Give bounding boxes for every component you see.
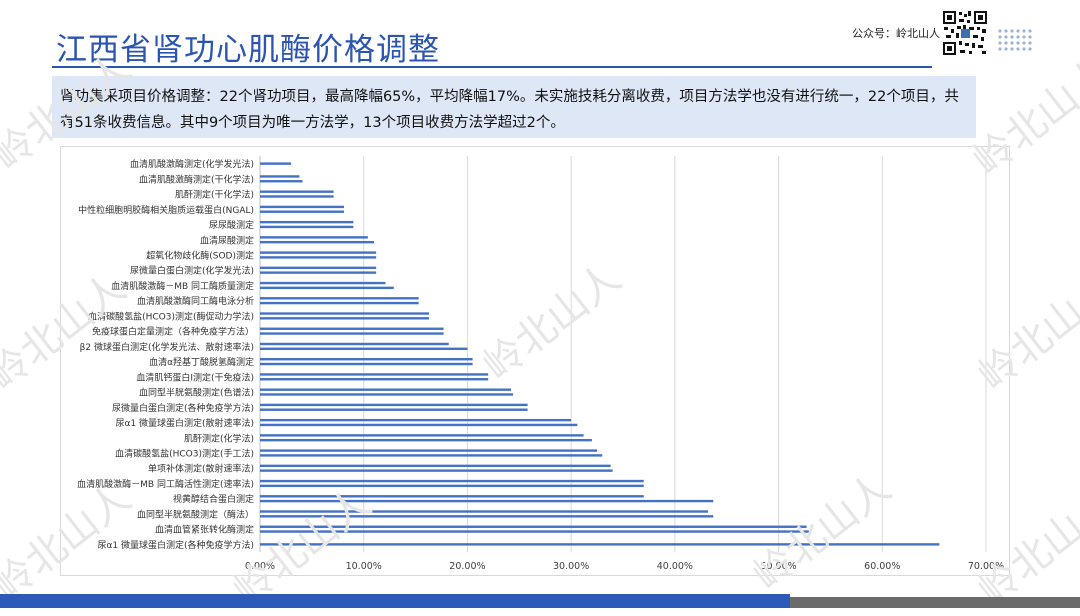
bar xyxy=(260,281,386,285)
bar xyxy=(260,378,489,381)
bar xyxy=(260,251,377,254)
category-label: 超氧化物歧化酶(SOD)测定 xyxy=(146,250,254,262)
bar xyxy=(260,495,644,498)
category-label: 血清尿酸测定 xyxy=(200,234,254,246)
bar xyxy=(260,210,345,213)
category-label: 尿微量白蛋白测定(各种免疫学方法) xyxy=(112,402,254,414)
category-label: 血同型半胱氨酸测定(色谱法) xyxy=(139,387,254,399)
bar xyxy=(260,499,714,503)
category-label: 视黄醇结合蛋白测定 xyxy=(173,493,254,505)
category-label: 血清碳酸氢盐(HCO3)测定(酶促动力学法) xyxy=(88,310,254,322)
category-label: 尿α1 微量球蛋白测定(各种免疫学方法) xyxy=(97,539,254,551)
category-label: 血清血管紧张转化酶测定 xyxy=(155,524,254,536)
bar xyxy=(260,525,807,528)
bar xyxy=(260,454,603,457)
bar xyxy=(260,434,584,437)
bar xyxy=(260,515,714,518)
category-label: 尿尿酸测定 xyxy=(209,219,254,231)
category-label: 血清肌酸激酶同工酶电泳分析 xyxy=(137,295,254,307)
bar xyxy=(260,510,709,513)
bar xyxy=(260,180,303,183)
bar xyxy=(260,286,394,290)
bar xyxy=(260,393,514,396)
bar xyxy=(260,464,611,468)
category-label: 肌酐测定(化学法) xyxy=(184,432,254,444)
category-label: 肌酐测定(干化学法) xyxy=(175,189,254,201)
x-tick-label: 20.00% xyxy=(449,561,485,572)
bar xyxy=(260,297,419,300)
category-label: β2 微球蛋白测定(化学发光法、散射速率法) xyxy=(80,341,254,353)
x-tick-label: 70.00% xyxy=(968,561,1004,572)
bar xyxy=(260,347,468,350)
bar xyxy=(260,312,430,315)
x-tick-label: 50.00% xyxy=(760,561,796,572)
category-label: 血清肌钙蛋白Ⅰ测定(干免疫法) xyxy=(136,371,254,383)
bar xyxy=(260,403,528,407)
bar xyxy=(260,332,444,335)
footer-bar xyxy=(0,594,790,608)
category-label: 尿微量白蛋白测定(化学发光法) xyxy=(130,265,254,277)
category-label: 尿α1 微量球蛋白测定(散射速率法) xyxy=(115,417,254,429)
bar xyxy=(260,543,940,546)
bar xyxy=(260,418,572,422)
category-label: 血清α羟基丁酸脱氢酶测定 xyxy=(149,356,254,368)
category-label: 血清碳酸氢盐(HCO3)测定(手工法) xyxy=(115,448,254,460)
bar xyxy=(260,236,368,239)
bar xyxy=(260,469,613,472)
bar xyxy=(260,327,444,330)
bar xyxy=(260,388,511,391)
bar xyxy=(260,175,300,178)
x-tick-label: 60.00% xyxy=(864,561,900,572)
bar xyxy=(260,530,810,533)
category-label: 血清肌酸激酶测定(化学发光法) xyxy=(130,158,254,170)
x-tick-label: 30.00% xyxy=(553,561,589,572)
bar xyxy=(260,240,375,244)
bar-chart: 血清肌酸激酶测定(化学发光法) 血清肌酸激酶测定(干化学法) 肌酐测定(干化学法) 中… xyxy=(77,156,1004,572)
category-label: 免疫球蛋白定量测定（各种免疫学方法） xyxy=(92,326,254,338)
bar xyxy=(260,373,489,376)
bar xyxy=(260,358,473,361)
footer-bar-secondary xyxy=(790,597,1080,608)
category-label: 血清肌酸激酶－MB 同工酶活性测定(速率法) xyxy=(77,478,254,490)
bar xyxy=(260,301,419,305)
category-label: 单项补体测定(散射速率法) xyxy=(148,463,254,475)
bar xyxy=(260,408,528,411)
x-tick-label: 10.00% xyxy=(346,561,382,572)
bar xyxy=(260,220,354,224)
bar xyxy=(260,449,598,452)
bar xyxy=(260,479,644,483)
category-label: 血清肌酸激酶－MB 同工酶质量测定 xyxy=(111,280,254,292)
bar xyxy=(260,423,578,427)
category-label: 血清肌酸激酶测定(干化学法) xyxy=(139,173,254,185)
x-tick-label: 40.00% xyxy=(657,561,693,572)
bar xyxy=(260,362,473,366)
category-label: 血同型半胱氨酸测定（酶法） xyxy=(137,508,254,520)
bar xyxy=(260,162,292,165)
bar xyxy=(260,271,377,274)
bar xyxy=(260,205,345,209)
bar xyxy=(260,190,334,193)
bar xyxy=(260,484,644,488)
category-label: 中性粒细胞明胶酶相关脂质运载蛋白(NGAL) xyxy=(78,204,254,216)
x-tick-label: 0.00% xyxy=(245,561,275,572)
bar xyxy=(260,438,592,442)
bar xyxy=(260,225,354,229)
bar xyxy=(260,266,377,270)
bar xyxy=(260,342,449,346)
bar xyxy=(260,317,430,320)
bar xyxy=(260,256,377,259)
bar xyxy=(260,195,334,198)
